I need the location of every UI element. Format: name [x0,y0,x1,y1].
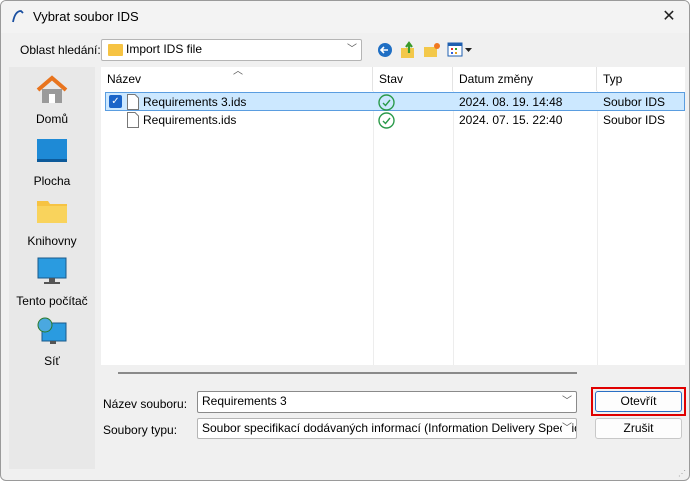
folder-icon [108,44,123,56]
column-divider [453,91,454,365]
file-row[interactable]: Requirements.ids 2024. 07. 15. 22:40 Sou… [105,111,685,130]
back-icon[interactable] [377,42,393,58]
column-header-status[interactable]: Stav [373,67,453,91]
new-folder-icon[interactable] [423,42,441,58]
place-label: Plocha [33,174,71,188]
filename-value: Requirements 3 [202,394,287,408]
sync-ok-icon [378,112,395,129]
view-menu-icon[interactable] [447,42,473,58]
place-home[interactable]: Domů [9,75,95,126]
column-divider [373,91,374,365]
place-label: Síť [44,354,60,368]
filename-input[interactable]: Requirements 3 ﹀ [197,391,577,413]
look-in-combo[interactable]: Import IDS file ﹀ [101,39,362,61]
look-in-value: Import IDS file [126,42,203,56]
cancel-button[interactable]: Zrušit [595,418,682,439]
up-folder-icon[interactable] [400,41,417,59]
file-name: Requirements.ids [143,113,237,127]
libraries-icon [37,201,67,223]
filename-label: Název souboru: [103,397,188,411]
checkbox-checked-icon[interactable]: ✓ [109,95,122,108]
open-button[interactable]: Otevřít [595,391,682,412]
chevron-down-icon[interactable]: ﹀ [562,392,572,411]
chevron-down-icon: ﹀ [562,419,572,438]
file-list: ︿ Název Stav Datum změny Typ ✓ Requireme… [101,66,685,365]
file-name: Requirements 3.ids [143,95,247,109]
place-this-pc[interactable]: Tento počítač [9,257,95,308]
horizontal-scrollbar[interactable] [118,372,577,374]
file-row[interactable]: ✓ Requirements 3.ids 2024. 08. 19. 14:48… [105,92,685,111]
column-header-type[interactable]: Typ [597,67,685,91]
filetype-label: Soubory typu: [103,423,178,437]
chevron-down-icon: ﹀ [347,44,357,55]
filetype-select[interactable]: Soubor specifikací dodávaných informací … [197,418,577,439]
place-libraries[interactable]: Knihovny [9,197,95,248]
file-icon [127,94,139,110]
column-divider [597,91,598,365]
file-icon [127,112,139,128]
filetype-value: Soubor specifikací dodávaných informací … [202,421,577,435]
file-type: Soubor IDS [603,113,666,127]
computer-icon [37,257,67,284]
file-date: 2024. 07. 15. 22:40 [459,113,563,127]
places-bar: Domů Plocha Knihovny Tento počítač Síť [9,67,95,469]
look-in-label: Oblast hledání: [20,43,101,57]
column-header-name[interactable]: Název [101,67,373,91]
place-label: Knihovny [27,234,77,248]
window-title: Vybrat soubor IDS [33,9,139,24]
title-bar: Vybrat soubor IDS ✕ [1,1,689,33]
place-label: Domů [35,112,68,126]
place-desktop[interactable]: Plocha [9,137,95,188]
place-network[interactable]: Síť [9,317,95,368]
home-icon [36,75,68,103]
place-label: Tento počítač [16,294,88,308]
desktop-icon [37,139,67,162]
sync-ok-icon [378,94,395,111]
file-open-dialog: Vybrat soubor IDS ✕ Oblast hledání: Impo… [0,0,690,481]
resize-grip-icon[interactable]: ⋰ [678,469,686,478]
file-date: 2024. 08. 19. 14:48 [459,95,563,109]
column-header-date[interactable]: Datum změny [453,67,597,91]
file-type: Soubor IDS [603,95,666,109]
app-logo-icon [12,10,24,23]
close-button[interactable]: ✕ [649,1,689,33]
network-icon [37,317,67,344]
